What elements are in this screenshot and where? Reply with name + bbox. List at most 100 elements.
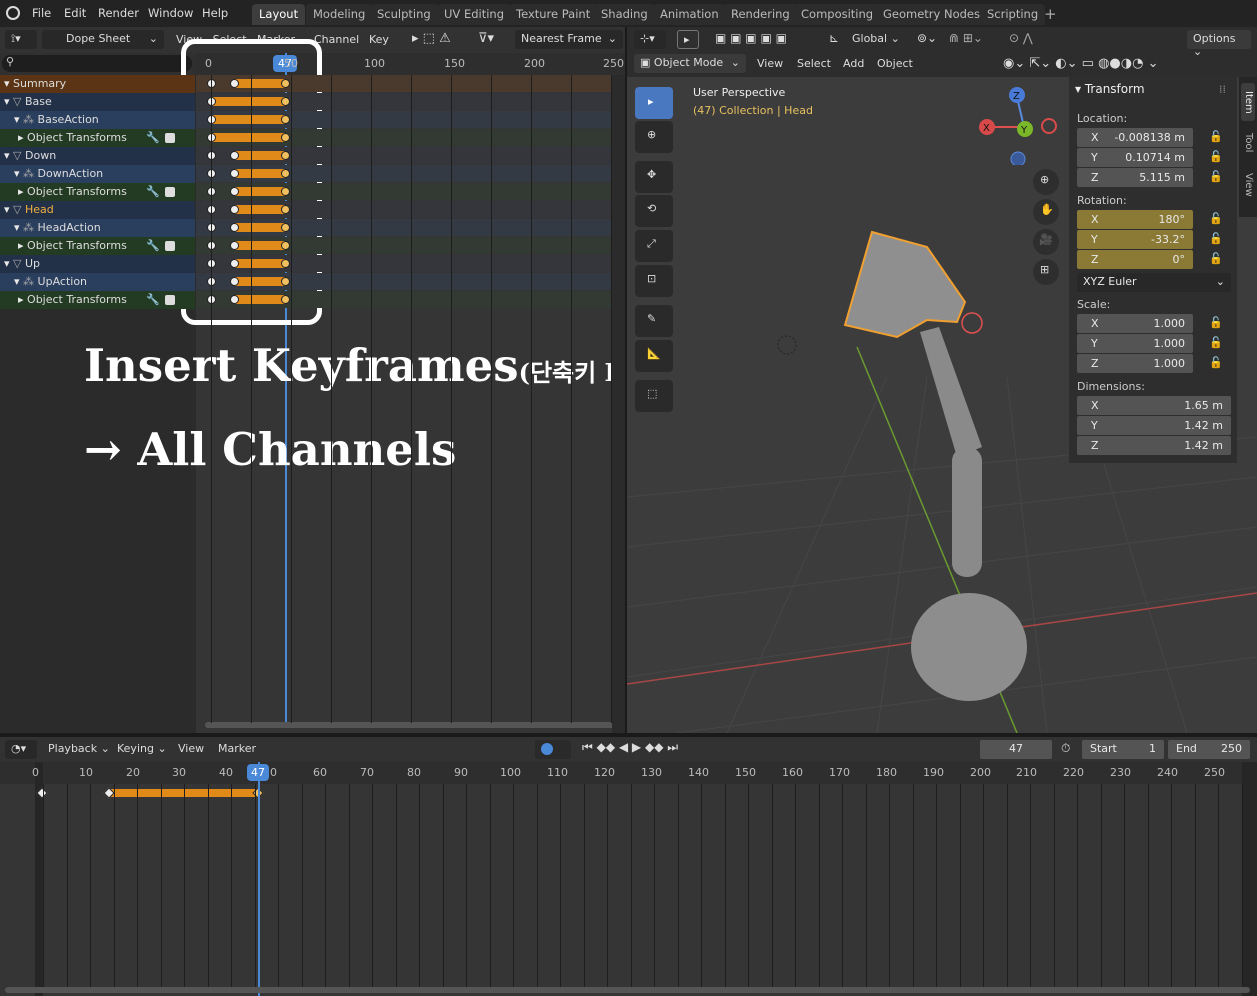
menu-key[interactable]: Key bbox=[369, 33, 389, 46]
options-button[interactable]: Options ⌄ bbox=[1187, 30, 1251, 58]
current-frame-field[interactable]: 47 bbox=[980, 740, 1052, 759]
menu-file[interactable]: File bbox=[32, 6, 51, 20]
timeline-frame-badge[interactable]: 47 bbox=[247, 764, 269, 781]
funnel-icon[interactable]: ⊽▾ bbox=[478, 31, 494, 46]
wrench-icon[interactable]: 🔧 bbox=[146, 291, 160, 309]
measure-tool-icon[interactable]: 📐 bbox=[635, 340, 673, 372]
dimensions-x-field[interactable]: X 1.65 m bbox=[1077, 396, 1231, 415]
keyframe[interactable] bbox=[230, 223, 239, 232]
light-icon[interactable] bbox=[777, 335, 797, 355]
playback-controls[interactable]: ⏮ ◆◆ ◀ ▶ ◆◆ ⏭ bbox=[582, 740, 698, 759]
tab-workspace-6[interactable]: Animation bbox=[653, 4, 726, 25]
object-mode-select[interactable]: ▣ Object Mode ⌄ bbox=[634, 54, 746, 73]
editor-type-icon[interactable]: ⟟▾ bbox=[5, 30, 37, 49]
channel-row-11[interactable]: ▾ ⁂ UpAction bbox=[0, 273, 195, 291]
lamp-base[interactable] bbox=[911, 593, 1027, 701]
tab-workspace-5[interactable]: Shading bbox=[594, 4, 655, 25]
keyframe[interactable] bbox=[230, 151, 239, 160]
3d-cursor-icon[interactable] bbox=[961, 312, 983, 334]
select-tool-icon[interactable]: ▸ bbox=[677, 30, 699, 49]
menu-window[interactable]: Window bbox=[148, 6, 193, 20]
lock-icon[interactable]: 🔓 bbox=[1209, 336, 1223, 349]
tab-workspace-0[interactable]: Layout bbox=[252, 4, 306, 25]
channel-row-5[interactable]: ▾ ⁂ DownAction bbox=[0, 165, 195, 183]
keyframe[interactable] bbox=[230, 277, 239, 286]
menu-render[interactable]: Render bbox=[98, 6, 139, 20]
pivot-icon[interactable]: ⊚⌄ bbox=[917, 31, 937, 45]
3d-viewport[interactable]: ▸ ⊕ ✥ ⟲ ⤢ ⊡ ✎ 📐 ⬚ User Perspective (47) … bbox=[627, 77, 1257, 733]
keyframe[interactable] bbox=[230, 187, 239, 196]
snap-select[interactable]: Nearest Frame ⌄ bbox=[515, 30, 623, 49]
lock-icon[interactable]: 🔓 bbox=[1209, 150, 1223, 163]
shading-icons[interactable]: ◉⌄ ⇱⌄ ◐⌄ ▭ ◍●◑◔ ⌄ bbox=[1003, 56, 1253, 74]
tab-workspace-2[interactable]: Sculpting bbox=[370, 4, 438, 25]
channel-search-input[interactable]: ⚲ bbox=[2, 55, 192, 72]
rotation-y-field[interactable]: Y -33.2° bbox=[1077, 230, 1193, 249]
lamp-head-selected[interactable] bbox=[843, 230, 967, 339]
lamp-upper-arm[interactable] bbox=[920, 327, 982, 457]
dimensions-z-field[interactable]: Z 1.42 m bbox=[1077, 436, 1231, 455]
checkbox-icon[interactable] bbox=[165, 187, 175, 197]
keyframe[interactable] bbox=[230, 169, 239, 178]
viewport-menu-add[interactable]: Add bbox=[843, 57, 864, 70]
lamp-lower-arm[interactable] bbox=[952, 447, 982, 577]
keyframe[interactable] bbox=[230, 241, 239, 250]
location-y-field[interactable]: Y 0.10714 m bbox=[1077, 148, 1193, 167]
lock-icon[interactable]: 🔓 bbox=[1209, 356, 1223, 369]
transform-orientation-icon[interactable]: ⊾ bbox=[829, 31, 839, 45]
select-box-tool-icon[interactable]: ▸ bbox=[635, 87, 673, 119]
channel-row-12[interactable]: ▸ Object Transforms 🔧 bbox=[0, 291, 195, 309]
selection-mode-icons[interactable]: ▣ ▣ ▣ ▣ ▣ bbox=[715, 31, 810, 49]
checkbox-icon[interactable] bbox=[165, 295, 175, 305]
location-z-field[interactable]: Z 5.115 m bbox=[1077, 168, 1193, 187]
menu-channel[interactable]: Channel bbox=[314, 33, 359, 46]
timeline-menu-marker[interactable]: Marker bbox=[218, 742, 256, 755]
keyframe-selected[interactable] bbox=[281, 79, 290, 88]
grid-view-icon[interactable]: ⊞ bbox=[1033, 259, 1059, 285]
dopesheet-mode-select[interactable]: Dope Sheet ⌄ bbox=[42, 30, 164, 49]
rotation-z-field[interactable]: Z 0° bbox=[1077, 250, 1193, 269]
tab-workspace-9[interactable]: Geometry Nodes bbox=[876, 4, 988, 25]
drag-handle-icon[interactable]: ⁞⁞ bbox=[1219, 83, 1226, 96]
keying-menu[interactable]: Keying ⌄ bbox=[117, 742, 167, 755]
lock-icon[interactable]: 🔓 bbox=[1209, 316, 1223, 329]
camera-icon[interactable]: 🎥 bbox=[1033, 229, 1059, 255]
keyframe[interactable] bbox=[230, 295, 239, 304]
wrench-icon[interactable]: 🔧 bbox=[146, 183, 160, 201]
channel-row-9[interactable]: ▸ Object Transforms 🔧 bbox=[0, 237, 195, 255]
add-cube-tool-icon[interactable]: ⬚ bbox=[635, 380, 673, 412]
filter-icons[interactable]: ▸ ⬚ ⚠ bbox=[412, 31, 472, 49]
move-tool-icon[interactable]: ✥ bbox=[635, 161, 673, 193]
scale-y-field[interactable]: Y 1.000 bbox=[1077, 334, 1193, 353]
horizontal-scrollbar[interactable] bbox=[205, 722, 615, 728]
record-button[interactable]: ⌄ bbox=[535, 740, 571, 768]
orientation-select[interactable]: Global ⌄ bbox=[846, 30, 906, 49]
lock-icon[interactable]: 🔓 bbox=[1209, 232, 1223, 245]
navigation-gizmo[interactable]: Z X Y bbox=[979, 85, 1059, 165]
keyframe-selected[interactable] bbox=[281, 187, 290, 196]
start-frame-field[interactable]: Start 1 bbox=[1082, 740, 1164, 759]
keyframe-selected[interactable] bbox=[281, 133, 290, 142]
keyframe-selected[interactable] bbox=[281, 241, 290, 250]
keyframe-selected[interactable] bbox=[281, 295, 290, 304]
expand-arrow-icon[interactable]: ▾ bbox=[4, 149, 10, 162]
playback-menu[interactable]: Playback ⌄ bbox=[48, 742, 110, 755]
channel-row-0[interactable]: ▾ Summary bbox=[0, 75, 195, 93]
vertical-scroll-region[interactable] bbox=[612, 75, 625, 733]
keyframe-selected[interactable] bbox=[281, 205, 290, 214]
lock-icon[interactable]: 🔓 bbox=[1209, 252, 1223, 265]
scale-tool-icon[interactable]: ⤢ bbox=[635, 230, 673, 262]
menu-edit[interactable]: Edit bbox=[64, 6, 86, 20]
editor-type-viewport-icon[interactable]: ⊹▾ bbox=[634, 30, 666, 49]
expand-arrow-icon[interactable]: ▾ bbox=[14, 275, 20, 288]
channel-row-4[interactable]: ▾ ▽ Down bbox=[0, 147, 195, 165]
viewport-menu-select[interactable]: Select bbox=[797, 57, 831, 70]
expand-arrow-icon[interactable]: ▸ bbox=[18, 131, 24, 144]
expand-arrow-icon[interactable]: ▾ bbox=[14, 167, 20, 180]
channel-row-3[interactable]: ▸ Object Transforms 🔧 bbox=[0, 129, 195, 147]
keyframe-selected[interactable] bbox=[281, 277, 290, 286]
keyframe-selected[interactable] bbox=[281, 115, 290, 124]
blender-logo-icon[interactable] bbox=[6, 6, 20, 20]
tab-workspace-4[interactable]: Texture Paint bbox=[509, 4, 598, 25]
proportional-edit-icon[interactable]: ⊙ ⋀ bbox=[1009, 31, 1033, 45]
